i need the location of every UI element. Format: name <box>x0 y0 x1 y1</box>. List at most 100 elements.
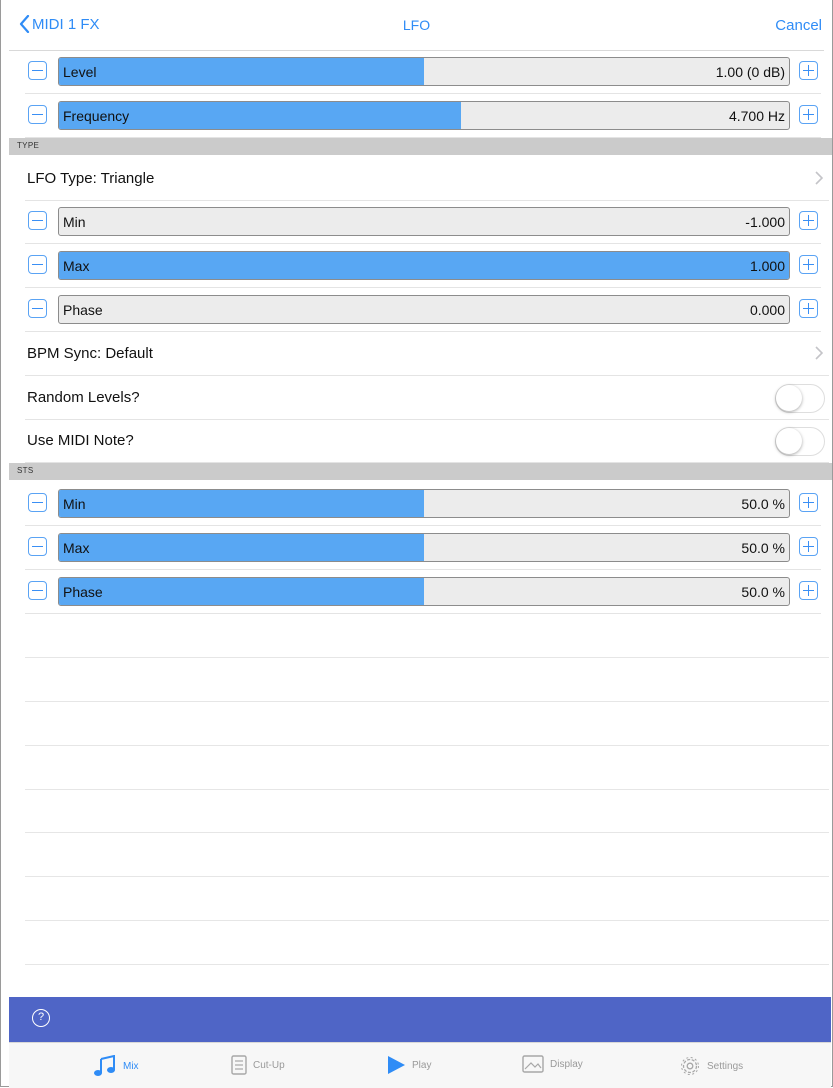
max-decrement-button[interactable] <box>28 255 47 274</box>
sts-phase-slider[interactable]: Phase 50.0 % <box>58 577 790 606</box>
slider-fill <box>59 58 424 85</box>
slider-value: -1.000 <box>745 214 785 230</box>
app-frame: MIDI 1 FX LFO Cancel Level 1.00 (0 dB) F… <box>0 0 833 1088</box>
sts-max-decrement-button[interactable] <box>28 537 47 556</box>
tab-settings[interactable]: Settings <box>679 1055 743 1077</box>
chevron-right-icon <box>815 346 823 360</box>
frequency-slider[interactable]: Frequency 4.700 Hz <box>58 101 790 130</box>
level-slider-row: Level 1.00 (0 dB) <box>25 50 821 94</box>
image-icon <box>522 1055 544 1073</box>
slider-value: 50.0 % <box>741 584 785 600</box>
sts-phase-increment-button[interactable] <box>799 581 818 600</box>
navigation-bar: MIDI 1 FX LFO Cancel <box>9 0 824 51</box>
sts-max-slider-row: Max 50.0 % <box>25 526 821 570</box>
slider-value: 50.0 % <box>741 496 785 512</box>
sts-min-slider[interactable]: Min 50.0 % <box>58 489 790 518</box>
random-levels-row: Random Levels? <box>25 376 829 420</box>
random-levels-toggle[interactable] <box>775 384 825 413</box>
phase-increment-button[interactable] <box>799 299 818 318</box>
empty-row-divider <box>25 789 829 790</box>
slider-fill <box>59 578 424 605</box>
gear-icon <box>681 1057 699 1075</box>
empty-row-divider <box>25 745 829 746</box>
bpm-sync-row[interactable]: BPM Sync: Default <box>25 332 829 376</box>
slider-label: Min <box>63 496 86 512</box>
empty-row-divider <box>25 657 829 658</box>
slider-value: 1.00 (0 dB) <box>715 64 785 80</box>
slider-label: Min <box>63 214 86 230</box>
max-slider[interactable]: Max 1.000 <box>58 251 790 280</box>
slider-value: 0.000 <box>749 302 785 318</box>
frequency-slider-row: Frequency 4.700 Hz <box>25 94 821 138</box>
level-increment-button[interactable] <box>799 61 818 80</box>
tab-play[interactable]: Play <box>386 1055 431 1075</box>
tab-label: Mix <box>123 1060 139 1072</box>
tab-cut-up[interactable]: Cut-Up <box>231 1055 285 1075</box>
tab-bar: Mix Cut-Up Play Display Settings <box>9 1042 831 1088</box>
empty-row-divider <box>25 920 829 921</box>
tab-label: Cut-Up <box>253 1059 285 1071</box>
phase-slider[interactable]: Phase 0.000 <box>58 295 790 324</box>
slider-label: Frequency <box>63 108 130 124</box>
sts-phase-slider-row: Phase 50.0 % <box>25 570 821 614</box>
empty-row-divider <box>25 964 829 965</box>
frequency-decrement-button[interactable] <box>28 105 47 124</box>
random-levels-label: Random Levels? <box>27 389 140 406</box>
slider-label: Level <box>63 64 97 80</box>
page-title: LFO <box>402 17 431 33</box>
slider-label: Phase <box>63 302 103 318</box>
slider-value: 50.0 % <box>741 540 785 556</box>
use-midi-note-toggle[interactable] <box>775 427 825 456</box>
min-slider[interactable]: Min -1.000 <box>58 207 790 236</box>
slider-value: 1.000 <box>749 258 785 274</box>
slider-fill <box>59 252 789 279</box>
music-note-icon <box>94 1055 115 1076</box>
empty-row-divider <box>25 876 829 877</box>
sts-min-increment-button[interactable] <box>799 493 818 512</box>
section-header-type: TYPE <box>9 138 832 155</box>
tab-mix[interactable]: Mix <box>93 1055 139 1077</box>
max-increment-button[interactable] <box>799 255 818 274</box>
empty-row-divider <box>25 701 829 702</box>
sts-max-slider[interactable]: Max 50.0 % <box>58 533 790 562</box>
lfo-type-label: LFO Type: Triangle <box>27 170 155 187</box>
phase-decrement-button[interactable] <box>28 299 47 318</box>
empty-row-divider <box>25 832 829 833</box>
bpm-sync-label: BPM Sync: Default <box>27 345 153 362</box>
min-increment-button[interactable] <box>799 211 818 230</box>
help-icon[interactable]: ? <box>32 1009 50 1027</box>
level-decrement-button[interactable] <box>28 61 47 80</box>
type-max-slider-row: Max 1.000 <box>25 244 821 288</box>
min-decrement-button[interactable] <box>28 211 47 230</box>
sts-min-slider-row: Min 50.0 % <box>25 482 821 526</box>
sts-min-decrement-button[interactable] <box>28 493 47 512</box>
help-bar: ? <box>9 997 831 1042</box>
toggle-knob <box>776 428 802 454</box>
use-midi-note-label: Use MIDI Note? <box>27 432 134 449</box>
section-header-label: STS <box>17 466 34 475</box>
chevron-right-icon <box>815 171 823 185</box>
cancel-button[interactable]: Cancel <box>775 17 822 34</box>
tab-display[interactable]: Display <box>522 1055 583 1073</box>
tab-label: Settings <box>707 1060 744 1072</box>
type-min-slider-row: Min -1.000 <box>25 200 821 244</box>
type-phase-slider-row: Phase 0.000 <box>25 288 821 332</box>
document-icon <box>231 1055 247 1075</box>
tab-label: Display <box>550 1058 583 1070</box>
section-header-sts: STS <box>9 463 832 480</box>
use-midi-note-row: Use MIDI Note? <box>25 419 829 463</box>
slider-fill <box>59 490 424 517</box>
slider-label: Max <box>63 258 90 274</box>
toggle-knob <box>776 385 802 411</box>
frequency-increment-button[interactable] <box>799 105 818 124</box>
play-icon <box>388 1056 405 1074</box>
level-slider[interactable]: Level 1.00 (0 dB) <box>58 57 790 86</box>
tab-label: Play <box>412 1059 432 1071</box>
lfo-type-row[interactable]: LFO Type: Triangle <box>25 157 829 201</box>
slider-value: 4.700 Hz <box>728 108 785 124</box>
section-header-label: TYPE <box>17 141 40 150</box>
sts-phase-decrement-button[interactable] <box>28 581 47 600</box>
slider-label: Phase <box>63 584 103 600</box>
slider-label: Max <box>63 540 90 556</box>
sts-max-increment-button[interactable] <box>799 537 818 556</box>
